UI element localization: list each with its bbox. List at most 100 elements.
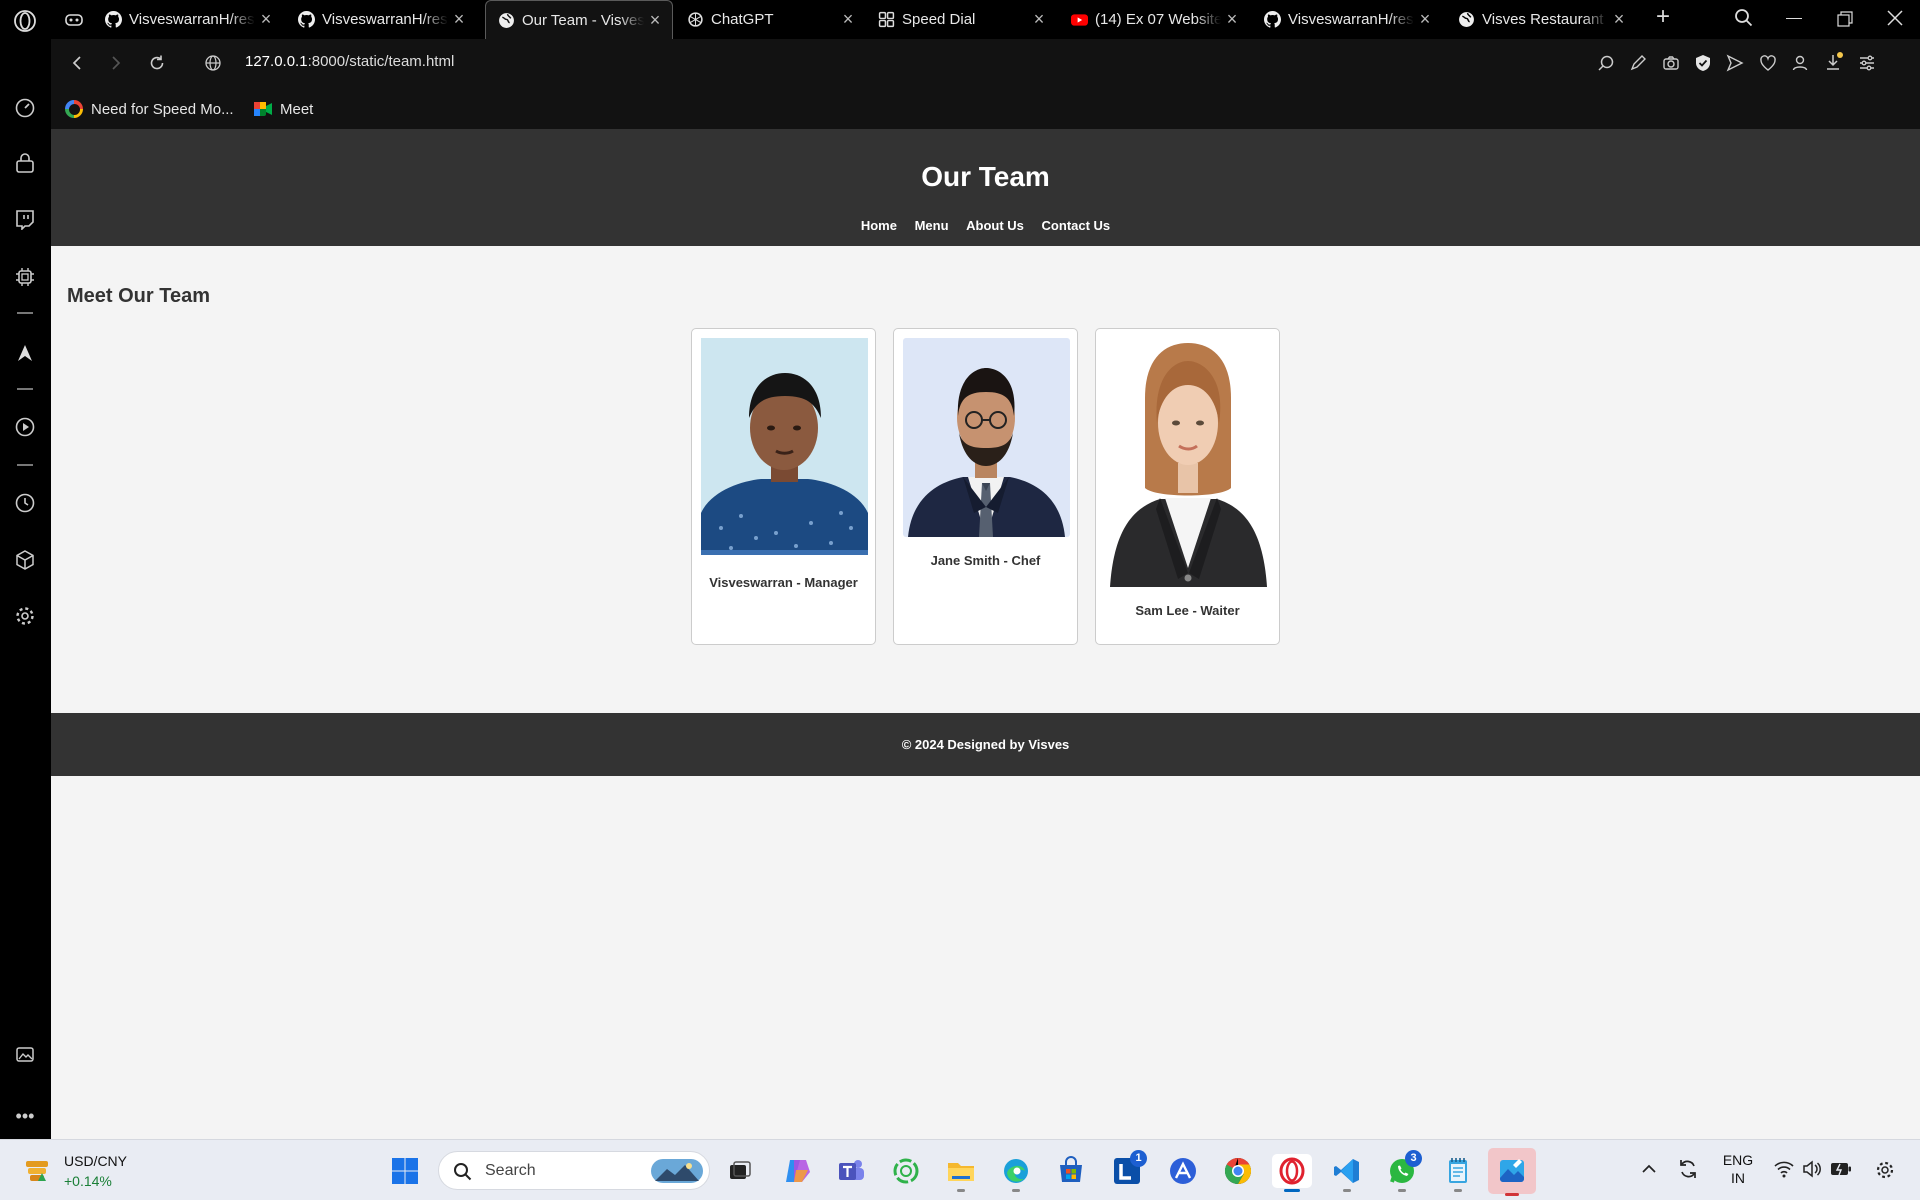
site-info-globe-icon[interactable] bbox=[204, 54, 222, 77]
send-icon[interactable] bbox=[1726, 54, 1744, 77]
team-member-caption: Sam Lee - Waiter bbox=[1135, 603, 1240, 618]
close-icon[interactable]: × bbox=[644, 10, 666, 31]
tab-title: VisveswarranH/restaurant bbox=[129, 11, 255, 28]
close-icon[interactable]: × bbox=[1028, 9, 1050, 30]
tab-chatgpt[interactable]: ChatGPT × bbox=[675, 0, 865, 39]
language-indicator[interactable]: ENG IN bbox=[1718, 1151, 1758, 1187]
nav-about-link[interactable]: About Us bbox=[966, 218, 1024, 233]
show-hidden-icons-chevron-icon[interactable] bbox=[1641, 1162, 1657, 1180]
edge-icon[interactable] bbox=[999, 1154, 1033, 1192]
bookmark-meet[interactable]: Meet bbox=[254, 89, 313, 129]
reload-icon[interactable] bbox=[148, 54, 166, 77]
tab-title: (14) Ex 07 Website bbox=[1095, 11, 1221, 28]
arc-app-icon[interactable] bbox=[1166, 1154, 1200, 1188]
bookmarks-bar: Need for Speed Mo... Meet bbox=[51, 89, 1920, 129]
url-field[interactable]: 127.0.0.1:8000/static/team.html bbox=[245, 53, 454, 70]
github-icon bbox=[105, 11, 122, 28]
copilot-icon[interactable] bbox=[780, 1154, 814, 1188]
search-placeholder: Search bbox=[485, 1162, 536, 1179]
weather-stock-widget[interactable]: USD/CNY +0.14% bbox=[24, 1149, 144, 1193]
opera-taskbar-icon[interactable] bbox=[1272, 1154, 1312, 1192]
downloads-icon[interactable] bbox=[1824, 52, 1844, 77]
team-card: Sam Lee - Waiter bbox=[1095, 328, 1280, 645]
search-icon bbox=[453, 1162, 472, 1186]
task-view-icon[interactable] bbox=[723, 1154, 757, 1188]
spinner-app-icon[interactable] bbox=[889, 1154, 923, 1188]
close-icon[interactable]: × bbox=[1414, 9, 1436, 30]
lucid-search-icon[interactable] bbox=[1597, 54, 1615, 77]
tab-title: Our Team - Visves Restaurant bbox=[522, 12, 644, 29]
speed-dial-icon bbox=[878, 11, 895, 28]
speedometer-icon[interactable] bbox=[13, 96, 37, 120]
search-tabs-icon[interactable] bbox=[1734, 8, 1754, 33]
more-options-icon[interactable]: ••• bbox=[13, 1104, 37, 1128]
battery-icon[interactable] bbox=[1830, 1161, 1852, 1182]
start-windows-icon[interactable] bbox=[388, 1154, 422, 1188]
history-clock-icon[interactable] bbox=[13, 491, 37, 515]
tab-github-1[interactable]: VisveswarranH/restaurant × bbox=[93, 0, 283, 39]
file-explorer-icon[interactable] bbox=[944, 1154, 978, 1192]
teams-icon[interactable] bbox=[834, 1154, 868, 1188]
close-icon[interactable]: × bbox=[837, 9, 859, 30]
workspaces-icon[interactable] bbox=[63, 9, 85, 31]
section-title: Meet Our Team bbox=[67, 285, 210, 307]
team-card: Visveswarran - Manager bbox=[691, 328, 876, 645]
notification-settings-icon[interactable] bbox=[1875, 1160, 1895, 1185]
twitch-icon[interactable] bbox=[13, 207, 37, 231]
whatsapp-icon[interactable]: 3 bbox=[1385, 1150, 1422, 1192]
easy-setup-icon[interactable] bbox=[1858, 54, 1876, 77]
restore-icon[interactable] bbox=[1837, 11, 1853, 32]
sync-icon[interactable] bbox=[1677, 1158, 1699, 1185]
bookmark-heart-icon[interactable] bbox=[1759, 54, 1777, 77]
bookmark-label: Need for Speed Mo... bbox=[91, 100, 234, 118]
forward-icon[interactable] bbox=[107, 54, 125, 77]
minimize-icon[interactable] bbox=[1786, 18, 1802, 19]
tab-visves-restaurant[interactable]: Visves Restaurant × bbox=[1446, 0, 1636, 39]
close-icon[interactable]: × bbox=[1221, 9, 1243, 30]
ai-chip-icon[interactable] bbox=[13, 265, 37, 289]
vscode-icon[interactable] bbox=[1330, 1154, 1364, 1192]
chrome-icon[interactable] bbox=[1221, 1154, 1255, 1188]
close-window-icon[interactable] bbox=[1886, 9, 1904, 32]
settings-gear-icon[interactable] bbox=[13, 604, 37, 628]
nav-home-link[interactable]: Home bbox=[861, 218, 897, 233]
nav-menu-link[interactable]: Menu bbox=[915, 218, 949, 233]
aria-icon[interactable] bbox=[13, 341, 37, 365]
tab-our-team[interactable]: Our Team - Visves Restaurant × bbox=[485, 0, 673, 40]
tab-speed-dial[interactable]: Speed Dial × bbox=[866, 0, 1056, 39]
edit-share-icon[interactable] bbox=[1629, 54, 1647, 77]
browser-sidebar: ••• bbox=[0, 39, 51, 1139]
search-highlight-icon bbox=[651, 1159, 703, 1188]
tab-youtube[interactable]: (14) Ex 07 Website × bbox=[1059, 0, 1249, 39]
volume-icon[interactable] bbox=[1802, 1160, 1822, 1183]
opera-logo-icon[interactable] bbox=[13, 9, 37, 33]
bookmark-need-for-speed[interactable]: Need for Speed Mo... bbox=[65, 89, 234, 129]
taskbar-search-box[interactable]: Search bbox=[438, 1151, 710, 1190]
ad-blocker-shield-icon[interactable] bbox=[1694, 54, 1712, 77]
close-icon[interactable]: × bbox=[255, 9, 277, 30]
shopping-bag-icon[interactable] bbox=[13, 152, 37, 176]
notepad-icon[interactable] bbox=[1441, 1154, 1475, 1192]
profile-icon[interactable] bbox=[1791, 54, 1809, 77]
new-tab-plus-icon[interactable]: + bbox=[1651, 5, 1675, 30]
close-icon[interactable]: × bbox=[1608, 9, 1630, 30]
close-icon[interactable]: × bbox=[448, 9, 470, 30]
back-icon[interactable] bbox=[68, 54, 86, 77]
gallery-icon[interactable] bbox=[13, 1042, 37, 1066]
globe-icon bbox=[498, 12, 515, 29]
wifi-icon[interactable] bbox=[1774, 1160, 1794, 1183]
snapshot-camera-icon[interactable] bbox=[1662, 54, 1680, 77]
running-indicator bbox=[1284, 1189, 1300, 1192]
tab-github-3[interactable]: VisveswarranH/restaurant × bbox=[1252, 0, 1442, 39]
nav-contact-link[interactable]: Contact Us bbox=[1042, 218, 1111, 233]
cube-icon[interactable] bbox=[13, 548, 37, 572]
region-code: IN bbox=[1731, 1170, 1745, 1186]
linkedin-icon[interactable]: 1 bbox=[1110, 1150, 1147, 1188]
player-icon[interactable] bbox=[13, 415, 37, 439]
photos-icon[interactable] bbox=[1488, 1148, 1536, 1196]
microsoft-store-icon[interactable] bbox=[1054, 1154, 1088, 1188]
google-icon bbox=[65, 100, 83, 118]
team-card: Jane Smith - Chef bbox=[893, 328, 1078, 645]
tab-github-2[interactable]: VisveswarranH/restaurant × bbox=[286, 0, 476, 39]
site-footer: © 2024 Designed by Visves bbox=[51, 713, 1920, 776]
